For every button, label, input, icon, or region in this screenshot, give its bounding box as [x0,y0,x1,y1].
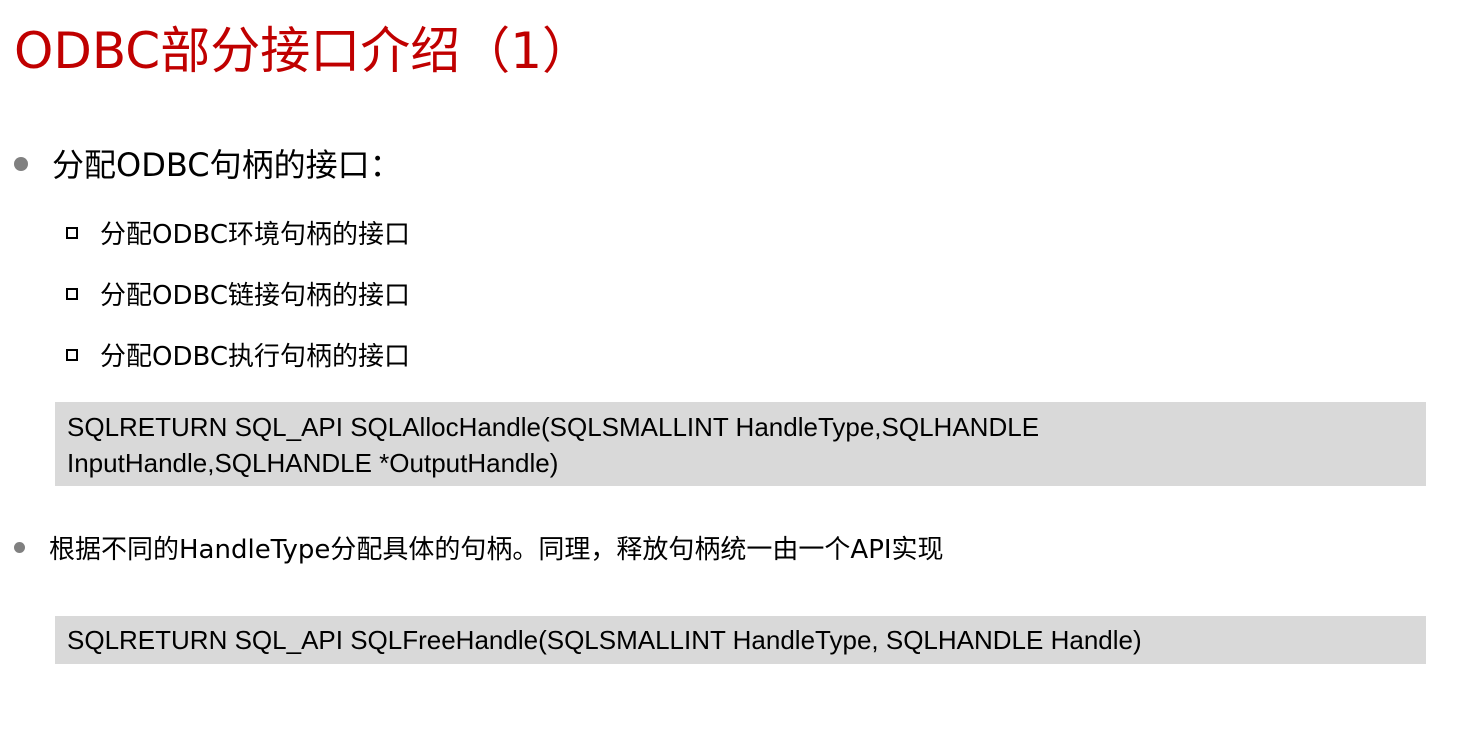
sub-bullet-connection: 分配ODBC链接句柄的接口 [66,278,410,314]
square-bullet-icon [66,348,78,361]
code-block-alloc: SQLRETURN SQL_API SQLAllocHandle(SQLSMAL… [55,402,1426,486]
bullet-text: 根据不同的HandleType分配具体的句柄。同理，释放句柄统一由一个API实现 [49,535,944,565]
code-line: InputHandle,SQLHANDLE *OutputHandle) [67,448,559,478]
sub-bullet-env: 分配ODBC环境句柄的接口 [66,217,410,253]
bullet-handle-type: 根据不同的HandleType分配具体的句柄。同理，释放句柄统一由一个API实现 [14,530,944,570]
sub-bullet-text: 分配ODBC环境句柄的接口 [100,220,411,250]
bullet-dot-icon [14,157,28,171]
square-bullet-icon [66,226,78,239]
slide-title: ODBC部分接口介绍（1） [14,22,593,80]
bullet-dot-icon [14,542,25,553]
bullet-text: 分配ODBC句柄的接口： [52,146,402,184]
sub-bullet-statement: 分配ODBC执行句柄的接口 [66,339,410,375]
sub-bullet-text: 分配ODBC执行句柄的接口 [100,342,411,372]
code-line: SQLRETURN SQL_API SQLAllocHandle(SQLSMAL… [67,412,1040,442]
bullet-alloc-handles: 分配ODBC句柄的接口： [14,142,402,188]
sub-bullet-text: 分配ODBC链接句柄的接口 [100,281,411,311]
code-block-free: SQLRETURN SQL_API SQLFreeHandle(SQLSMALL… [55,616,1426,664]
code-line: SQLRETURN SQL_API SQLFreeHandle(SQLSMALL… [67,625,1142,655]
square-bullet-icon [66,287,78,300]
